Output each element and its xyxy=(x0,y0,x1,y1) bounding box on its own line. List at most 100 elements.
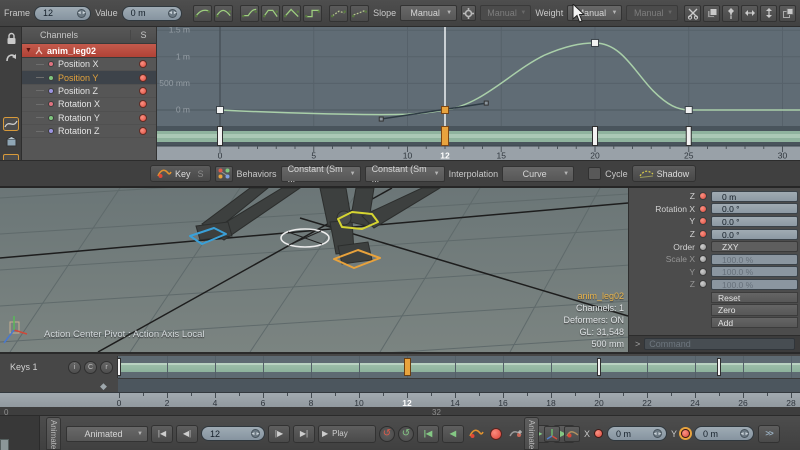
slope-auto-points-button[interactable] xyxy=(329,5,348,22)
selected-keyframe[interactable] xyxy=(442,107,449,114)
cycle-checkbox[interactable] xyxy=(588,167,601,180)
keyframe[interactable] xyxy=(592,39,599,46)
channel-state-dot[interactable] xyxy=(699,243,707,251)
slope-options-button[interactable] xyxy=(461,5,476,21)
frame-spinner[interactable]: ◄► xyxy=(77,9,86,18)
reset-button[interactable]: Reset xyxy=(711,292,798,304)
stretch-horizontal-button[interactable] xyxy=(741,5,758,22)
shadow-button[interactable]: Shadow xyxy=(632,165,697,182)
filter-diamond-icon[interactable]: ◆ xyxy=(100,381,107,392)
pre-behavior-dropdown[interactable]: Constant (Sm ...▼ xyxy=(281,166,361,182)
zero-button[interactable]: Zero xyxy=(711,304,798,316)
timeline-key[interactable] xyxy=(597,358,601,376)
property-value[interactable]: 0.0 ° xyxy=(711,203,798,214)
curve-step-button[interactable] xyxy=(303,5,322,22)
keyframe[interactable] xyxy=(217,107,224,114)
current-frame-input[interactable]: 12 ◄► xyxy=(201,426,265,441)
mini-track-key[interactable] xyxy=(218,127,223,146)
lock-icon[interactable] xyxy=(2,30,20,47)
timeline-selected-key[interactable] xyxy=(404,358,411,376)
channel-state-dot[interactable] xyxy=(699,255,707,263)
channel-group-anim-leg02[interactable]: ▼ anim_leg02 xyxy=(22,44,156,58)
curve-spike-button[interactable] xyxy=(282,5,301,22)
timeline-key[interactable] xyxy=(717,358,721,376)
key-tool-icon[interactable] xyxy=(564,426,580,442)
key-create-icon[interactable] xyxy=(467,428,485,439)
post-behavior-dropdown[interactable]: Constant (Sm ...▼ xyxy=(365,166,445,182)
channel-row-position-x[interactable]: Position X xyxy=(22,58,156,71)
behaviors-icon-button[interactable] xyxy=(215,166,233,182)
prev-key-small-button[interactable]: ◀ xyxy=(442,425,464,443)
x-channel-state-dot[interactable] xyxy=(594,429,603,438)
property-value[interactable]: 0.0 ° xyxy=(711,216,798,227)
copy-button[interactable] xyxy=(703,5,720,22)
slope-manual-points-button[interactable] xyxy=(350,5,369,22)
pin-button[interactable] xyxy=(722,5,739,22)
y-channel-state-dot[interactable] xyxy=(681,429,690,438)
play-button[interactable]: ▶ Play xyxy=(318,425,376,443)
scissors-button[interactable] xyxy=(684,5,701,22)
graph-editor-curve-view[interactable]: 1.5 m1 m500 mm0 m05101520253012 xyxy=(157,27,800,160)
mini-track-key[interactable] xyxy=(442,127,449,146)
go-to-start-button[interactable]: |◀ xyxy=(151,425,173,443)
add-button[interactable]: Add xyxy=(711,317,798,329)
mini-track-key[interactable] xyxy=(686,127,691,146)
timeline-sub-track[interactable]: ◆ xyxy=(118,378,800,392)
animate-tab-left[interactable]: Animate xyxy=(46,417,61,450)
step-back-button[interactable]: ◀| xyxy=(176,425,198,443)
more-options-button[interactable]: >> xyxy=(758,425,780,443)
animate-tab-right[interactable]: Animate xyxy=(524,417,539,450)
curve-ease-in-button[interactable] xyxy=(214,5,233,22)
slope-dropdown[interactable]: Manual▼ xyxy=(400,5,457,21)
curve-ease-out-button[interactable] xyxy=(193,5,212,22)
command-input[interactable]: Command xyxy=(644,338,795,350)
channel-state-dot[interactable] xyxy=(139,60,147,68)
timeline-key[interactable] xyxy=(118,358,121,376)
time-snap-icon[interactable]: ↺ xyxy=(398,426,414,442)
channel-state-dot[interactable] xyxy=(699,217,707,225)
timeline-key-track[interactable] xyxy=(118,356,800,378)
channel-state-dot[interactable] xyxy=(699,230,707,238)
channel-row-rotation-z[interactable]: Rotation Z xyxy=(22,125,156,138)
go-to-end-button[interactable]: ▶| xyxy=(293,425,315,443)
channel-state-dot[interactable] xyxy=(139,87,147,95)
x-coordinate-input[interactable]: 0 m ◄► xyxy=(607,426,667,441)
curve-peak-button[interactable] xyxy=(261,5,280,22)
track-button-C[interactable]: C xyxy=(84,361,97,374)
key-options-icon[interactable] xyxy=(507,428,525,439)
curve-view-icon[interactable] xyxy=(2,115,20,132)
mini-track-key[interactable] xyxy=(593,127,598,146)
keyframe[interactable] xyxy=(685,107,692,114)
property-value[interactable]: 0.0 ° xyxy=(711,229,798,240)
value-input[interactable]: 0 m ◄► xyxy=(122,6,183,21)
channel-state-dot[interactable] xyxy=(699,268,707,276)
key-button[interactable]: Key S xyxy=(150,165,211,182)
channel-row-rotation-x[interactable]: Rotation X xyxy=(22,98,156,111)
y-coordinate-input[interactable]: 0 m ◄► xyxy=(694,426,754,441)
channel-state-dot[interactable] xyxy=(699,280,707,288)
property-value[interactable]: ZXY xyxy=(711,241,798,252)
scale-region-button[interactable] xyxy=(779,5,796,22)
redo-arrow-icon[interactable] xyxy=(2,48,20,65)
interpolation-dropdown[interactable]: Curve▼ xyxy=(502,166,574,182)
animation-mode-dropdown[interactable]: Animated▼ xyxy=(66,426,148,442)
value-spinner[interactable]: ◄► xyxy=(168,9,177,18)
prev-key-button[interactable]: |◀ xyxy=(417,425,439,443)
channel-state-dot[interactable] xyxy=(139,114,147,122)
curve-flat-in-button[interactable] xyxy=(240,5,259,22)
frame-input[interactable]: 12 ◄► xyxy=(34,6,91,21)
channel-state-dot[interactable] xyxy=(699,192,707,200)
collapse-triangle-icon[interactable]: ▼ xyxy=(25,47,32,54)
channel-row-rotation-y[interactable]: Rotation Y xyxy=(22,112,156,125)
channel-row-position-y[interactable]: Position Y xyxy=(22,71,156,84)
track-button-r[interactable]: r xyxy=(100,361,113,374)
record-button[interactable] xyxy=(488,428,504,440)
current-frame-spinner[interactable]: ◄► xyxy=(251,429,260,438)
track-button-i[interactable]: i xyxy=(68,361,81,374)
property-value[interactable]: 0 m xyxy=(711,191,798,202)
channel-state-dot[interactable] xyxy=(139,127,147,135)
timeline-frame-ruler[interactable]: 0246810121416182022242628 xyxy=(0,392,800,407)
stretch-vertical-button[interactable] xyxy=(760,5,777,22)
channel-state-dot[interactable] xyxy=(139,100,147,108)
corner-widget[interactable] xyxy=(0,439,9,450)
